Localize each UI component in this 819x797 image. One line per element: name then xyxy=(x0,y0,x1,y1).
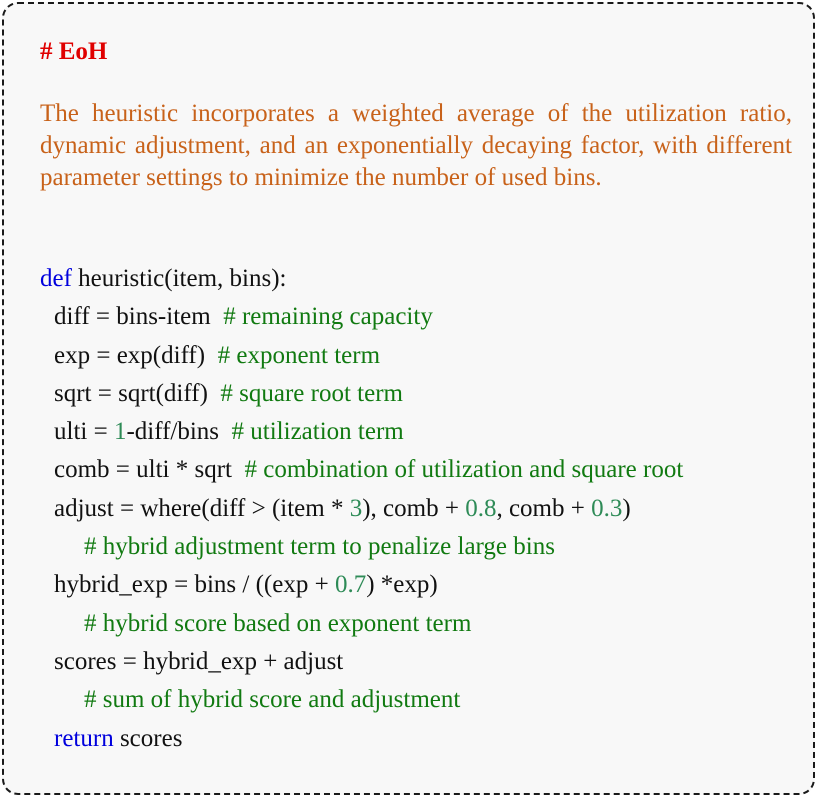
code-comment: # remaining capacity xyxy=(223,303,433,331)
code-number: 3 xyxy=(349,494,363,522)
code-number: 0.7 xyxy=(334,571,367,599)
code-text: ulti = xyxy=(54,418,114,446)
code-text: -diff/bins xyxy=(126,418,232,446)
code-line-scores: scores = hybrid_exp + adjust xyxy=(40,643,683,681)
code-comment: # combination of utilization and square … xyxy=(244,456,684,484)
code-line-adjust: adjust = where(diff > (item * 3), comb +… xyxy=(40,490,683,528)
code-block: def heuristic(item, bins): diff = bins-i… xyxy=(40,260,683,758)
code-line-def: def heuristic(item, bins): xyxy=(40,260,683,298)
code-line-scores-comment: # sum of hybrid score and adjustment xyxy=(40,681,683,719)
keyword-def: def xyxy=(40,265,72,292)
code-line-sqrt: sqrt = sqrt(diff) # square root term xyxy=(40,375,683,413)
code-line-adjust-comment: # hybrid adjustment term to penalize lar… xyxy=(40,528,683,566)
code-line-diff: diff = bins-item # remaining capacity xyxy=(40,298,683,336)
code-comment: # exponent term xyxy=(217,341,381,369)
code-number: 0.8 xyxy=(465,494,497,522)
code-line-hybrid-comment: # hybrid score based on exponent term xyxy=(40,605,683,643)
code-comment: # utilization term xyxy=(231,418,404,446)
card-title: # EoH xyxy=(40,38,108,65)
code-text: ) *exp) xyxy=(366,571,438,599)
code-text: sqrt = sqrt(diff) xyxy=(54,379,221,407)
code-number: 0.3 xyxy=(591,494,623,522)
code-text: scores xyxy=(113,724,183,752)
eoh-card: # EoH The heuristic incorporates a weigh… xyxy=(2,2,815,795)
code-text: ) xyxy=(622,494,631,522)
code-comment: # hybrid score based on exponent term xyxy=(84,609,472,637)
code-text: adjust = where(diff > (item * xyxy=(54,494,350,522)
code-line-ulti: ulti = 1-diff/bins # utilization term xyxy=(40,413,683,451)
function-signature: heuristic(item, bins): xyxy=(71,265,287,292)
code-text: , comb + xyxy=(496,494,592,522)
code-number: 1 xyxy=(113,418,127,446)
code-comment: # square root term xyxy=(220,379,403,407)
code-text: diff = bins-item xyxy=(54,303,224,331)
code-text: scores = hybrid_exp + adjust xyxy=(54,647,344,675)
keyword-return: return xyxy=(54,724,114,752)
code-line-hybrid-exp: hybrid_exp = bins / ((exp + 0.7) *exp) xyxy=(40,566,683,604)
code-text: exp = exp(diff) xyxy=(54,341,218,369)
code-line-return: return scores xyxy=(40,720,683,758)
code-text: hybrid_exp = bins / ((exp + xyxy=(54,571,335,599)
code-line-exp: exp = exp(diff) # exponent term xyxy=(40,337,683,375)
code-comment: # hybrid adjustment term to penalize lar… xyxy=(84,533,555,561)
code-text: comb = ulti * sqrt xyxy=(54,456,245,484)
code-text: ), comb + xyxy=(362,494,466,522)
code-comment: # sum of hybrid score and adjustment xyxy=(84,686,461,714)
code-line-comb: comb = ulti * sqrt # combination of util… xyxy=(40,451,683,489)
heuristic-description: The heuristic incorporates a weighted av… xyxy=(40,100,792,191)
